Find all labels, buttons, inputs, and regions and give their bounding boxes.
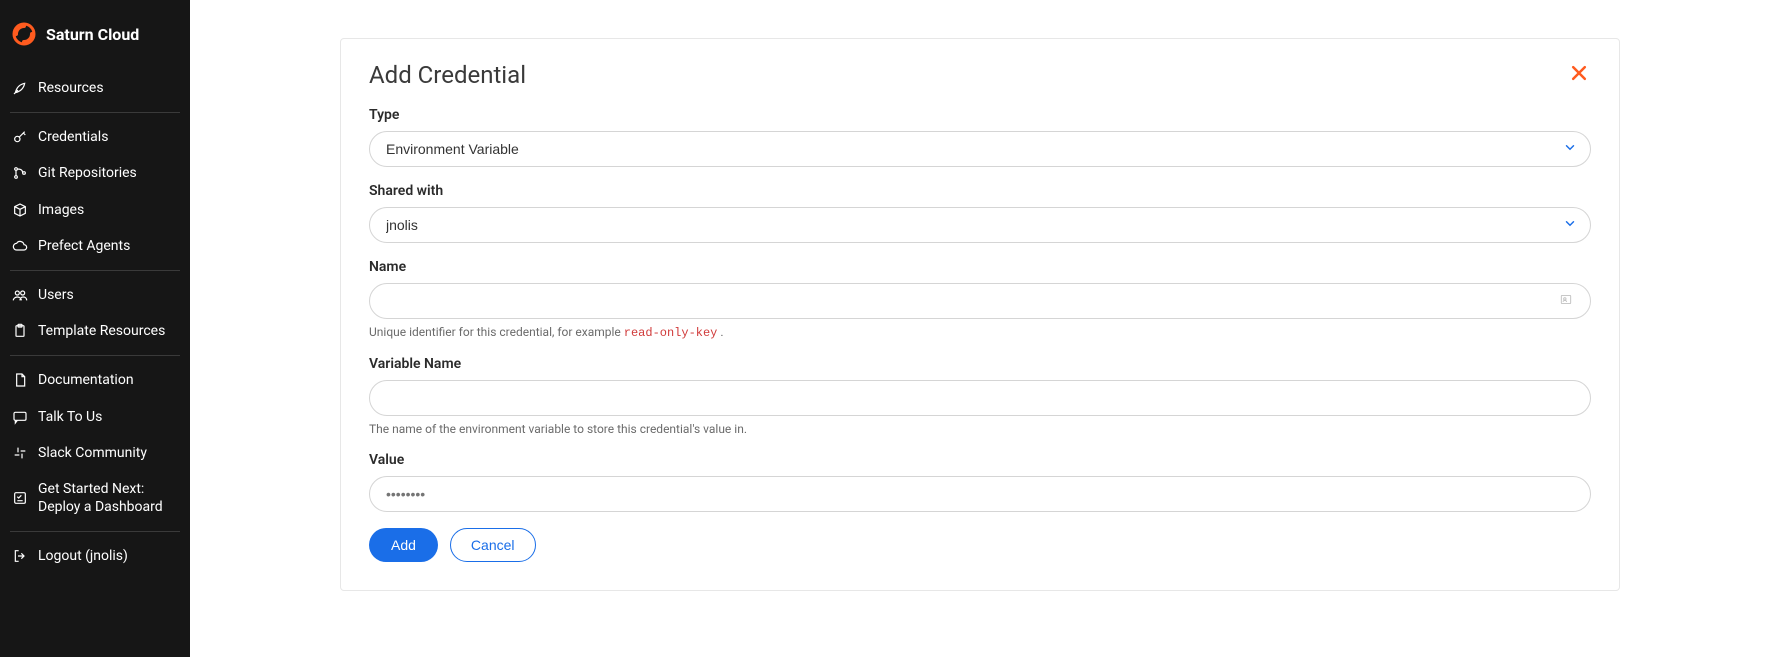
close-button[interactable]: [1567, 61, 1591, 89]
sidebar-item-template-resources[interactable]: Template Resources: [0, 313, 190, 349]
shared-with-select[interactable]: jnolis: [369, 207, 1591, 243]
name-label: Name: [369, 259, 1591, 275]
sidebar-item-credentials[interactable]: Credentials: [0, 119, 190, 155]
logout-icon: [12, 548, 28, 564]
sidebar: Saturn Cloud Resources Credentials Git R…: [0, 0, 190, 657]
cube-icon: [12, 202, 28, 218]
sidebar-item-label: Images: [38, 201, 84, 219]
sidebar-item-users[interactable]: Users: [0, 277, 190, 313]
variable-name-help-text: The name of the environment variable to …: [369, 422, 1591, 436]
add-button[interactable]: Add: [369, 528, 438, 562]
sidebar-item-label: Talk To Us: [38, 408, 102, 426]
sidebar-item-resources[interactable]: Resources: [0, 70, 190, 106]
git-icon: [12, 165, 28, 181]
sidebar-item-get-started-next[interactable]: Get Started Next: Deploy a Dashboard: [0, 471, 190, 525]
main-content: Add Credential Type Environment Variable…: [190, 0, 1770, 657]
add-credential-card: Add Credential Type Environment Variable…: [340, 38, 1620, 591]
sidebar-item-label: Git Repositories: [38, 164, 137, 182]
sidebar-item-prefect-agents[interactable]: Prefect Agents: [0, 228, 190, 264]
sidebar-item-label: Resources: [38, 79, 104, 97]
variable-name-label: Variable Name: [369, 356, 1591, 372]
type-label: Type: [369, 107, 1591, 123]
variable-name-input[interactable]: [369, 380, 1591, 416]
value-input[interactable]: [369, 476, 1591, 512]
slack-icon: [12, 445, 28, 461]
sidebar-item-label: Credentials: [38, 128, 108, 146]
name-help-text: Unique identifier for this credential, f…: [369, 325, 1591, 340]
shared-with-label: Shared with: [369, 183, 1591, 199]
checklist-icon: [12, 490, 28, 506]
name-help-code: read-only-key: [624, 326, 718, 340]
contact-card-icon: [1559, 292, 1573, 311]
sidebar-item-images[interactable]: Images: [0, 192, 190, 228]
close-icon: [1569, 68, 1589, 87]
name-input[interactable]: [369, 283, 1591, 319]
sidebar-item-logout[interactable]: Logout (jnolis): [0, 538, 190, 574]
sidebar-item-documentation[interactable]: Documentation: [0, 362, 190, 398]
rocket-icon: [12, 80, 28, 96]
sidebar-item-git-repositories[interactable]: Git Repositories: [0, 155, 190, 191]
sidebar-item-label: Documentation: [38, 371, 134, 389]
sidebar-item-slack-community[interactable]: Slack Community: [0, 435, 190, 471]
sidebar-item-label: Prefect Agents: [38, 237, 130, 255]
clipboard-icon: [12, 323, 28, 339]
cancel-button[interactable]: Cancel: [450, 528, 536, 562]
type-select[interactable]: Environment Variable: [369, 131, 1591, 167]
saturn-logo-icon: [12, 22, 36, 46]
chat-icon: [12, 409, 28, 425]
value-label: Value: [369, 452, 1591, 468]
sidebar-item-label: Logout (jnolis): [38, 547, 128, 565]
users-icon: [12, 287, 28, 303]
cloud-icon: [12, 238, 28, 254]
brand-name: Saturn Cloud: [46, 25, 139, 44]
brand: Saturn Cloud: [0, 14, 190, 64]
card-title: Add Credential: [369, 61, 526, 89]
key-icon: [12, 129, 28, 145]
sidebar-item-label: Template Resources: [38, 322, 165, 340]
sidebar-item-label: Slack Community: [38, 444, 147, 462]
sidebar-item-label: Get Started Next: Deploy a Dashboard: [38, 480, 178, 516]
file-icon: [12, 372, 28, 388]
sidebar-item-label: Users: [38, 286, 74, 304]
sidebar-item-talk-to-us[interactable]: Talk To Us: [0, 399, 190, 435]
